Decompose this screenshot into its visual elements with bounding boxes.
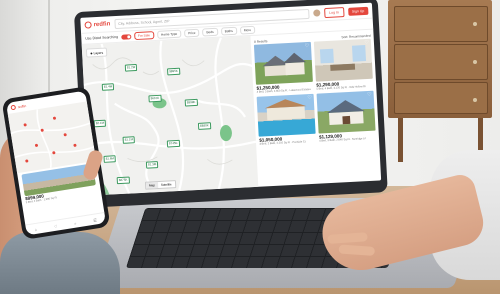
home-icon[interactable]: ⌂: [34, 226, 37, 231]
filter-chip[interactable]: For Sale: [133, 31, 155, 41]
listing-grid: ♡ $1,250,000 4 Bed, 3 Bath, 2,850 Sq Ft …: [254, 38, 376, 146]
listings-panel: 8 Results Sort: Recommended ♡ $1,250,000: [251, 30, 381, 187]
menu-icon[interactable]: ☰: [93, 217, 97, 223]
layers-icon: ◈: [89, 50, 93, 55]
sideboard-leg: [398, 118, 403, 162]
drawer: [394, 6, 488, 42]
map-price-tag[interactable]: $1.6M: [103, 155, 117, 163]
filter-chip[interactable]: Baths: [220, 26, 238, 36]
favorite-icon[interactable]: ♡: [305, 43, 310, 49]
map-panel[interactable]: ◈ Layers $1.2M $895K $1.4M $610K $2.1M $…: [81, 36, 259, 196]
search-toggle[interactable]: [120, 33, 132, 40]
avatar[interactable]: [312, 9, 321, 17]
listing-card[interactable]: ♡ $1,050,000 3 Bed, 2 Bath, 2,210 Sq Ft …: [256, 93, 316, 146]
map-price-tag[interactable]: $675K: [116, 176, 130, 185]
results-count: 8 Results: [253, 38, 268, 44]
favorite-icon[interactable]: ♡: [367, 92, 372, 98]
filter-chip[interactable]: Home Type: [156, 29, 182, 39]
toggle-label: Use Distel Searching: [85, 34, 119, 41]
filter-chip[interactable]: Price: [183, 28, 200, 38]
map-price-tag[interactable]: $2.1M: [93, 119, 107, 128]
listing-photo[interactable]: ♡: [254, 41, 314, 85]
phone-brand: redfin: [17, 103, 27, 109]
logo-icon: [10, 104, 17, 111]
map-price-tag[interactable]: $1.2M: [124, 63, 138, 72]
favorite-icon[interactable]: ♡: [307, 95, 312, 101]
signup-button[interactable]: Sign Up: [347, 6, 369, 16]
filter-chip[interactable]: Beds: [202, 27, 218, 37]
map-view-option[interactable]: Map: [145, 182, 159, 189]
listing-photo[interactable]: ♡: [313, 38, 373, 82]
satellite-view-option[interactable]: Satellite: [158, 181, 175, 188]
phone-map[interactable]: [7, 101, 97, 174]
drawer: [394, 44, 488, 80]
phone-street-map: [10, 109, 95, 168]
street-map: [83, 37, 257, 196]
laptop: redfin City, Address, School, Agent, ZIP…: [73, 0, 388, 208]
map-price-tag[interactable]: $1.1M: [122, 136, 136, 144]
left-sleeve: [0, 232, 120, 294]
layers-label: Layers: [93, 50, 104, 55]
login-button[interactable]: Log In: [323, 6, 345, 18]
brand-name: redfin: [93, 20, 111, 28]
map-price-tag[interactable]: $610K: [148, 94, 162, 103]
brand-logo[interactable]: redfin: [84, 20, 111, 29]
finger: [327, 232, 368, 244]
map-price-tag[interactable]: $1.4M: [101, 83, 115, 91]
listing-card[interactable]: ♡ $1,290,000 5 Bed, 4 Bath, 3,120 Sq Ft …: [313, 38, 373, 91]
map-price-tag[interactable]: $999K: [184, 98, 198, 107]
map-price-tag[interactable]: $880K: [197, 122, 211, 130]
listing-card[interactable]: ♡ $1,250,000 4 Bed, 3 Bath, 2,850 Sq Ft …: [254, 41, 314, 94]
filter-chip[interactable]: More: [239, 25, 256, 35]
sideboard: [388, 0, 492, 118]
listing-card[interactable]: ♡ $1,129,000 4 Bed, 3 Bath, 2,640 Sq Ft …: [316, 90, 376, 143]
listing-photo[interactable]: ♡: [316, 90, 376, 134]
finger: [338, 244, 376, 256]
photo-scene: redfin City, Address, School, Agent, ZIP…: [0, 0, 500, 294]
map-price-tag[interactable]: $1.3M: [145, 161, 159, 169]
map-price-tag[interactable]: $895K: [167, 67, 181, 76]
logo-icon: [84, 21, 92, 29]
search-icon[interactable]: ⌕: [74, 220, 77, 225]
map-view-toggle[interactable]: Map Satellite: [144, 180, 176, 190]
listing-photo[interactable]: ♡: [256, 93, 316, 137]
heart-icon[interactable]: ♡: [53, 223, 57, 229]
laptop-screen: redfin City, Address, School, Agent, ZIP…: [80, 2, 382, 196]
favorite-icon[interactable]: ♡: [364, 40, 369, 46]
layers-button[interactable]: ◈ Layers: [85, 47, 108, 58]
map-price-tag[interactable]: $745K: [166, 139, 180, 148]
drawer: [394, 82, 488, 114]
